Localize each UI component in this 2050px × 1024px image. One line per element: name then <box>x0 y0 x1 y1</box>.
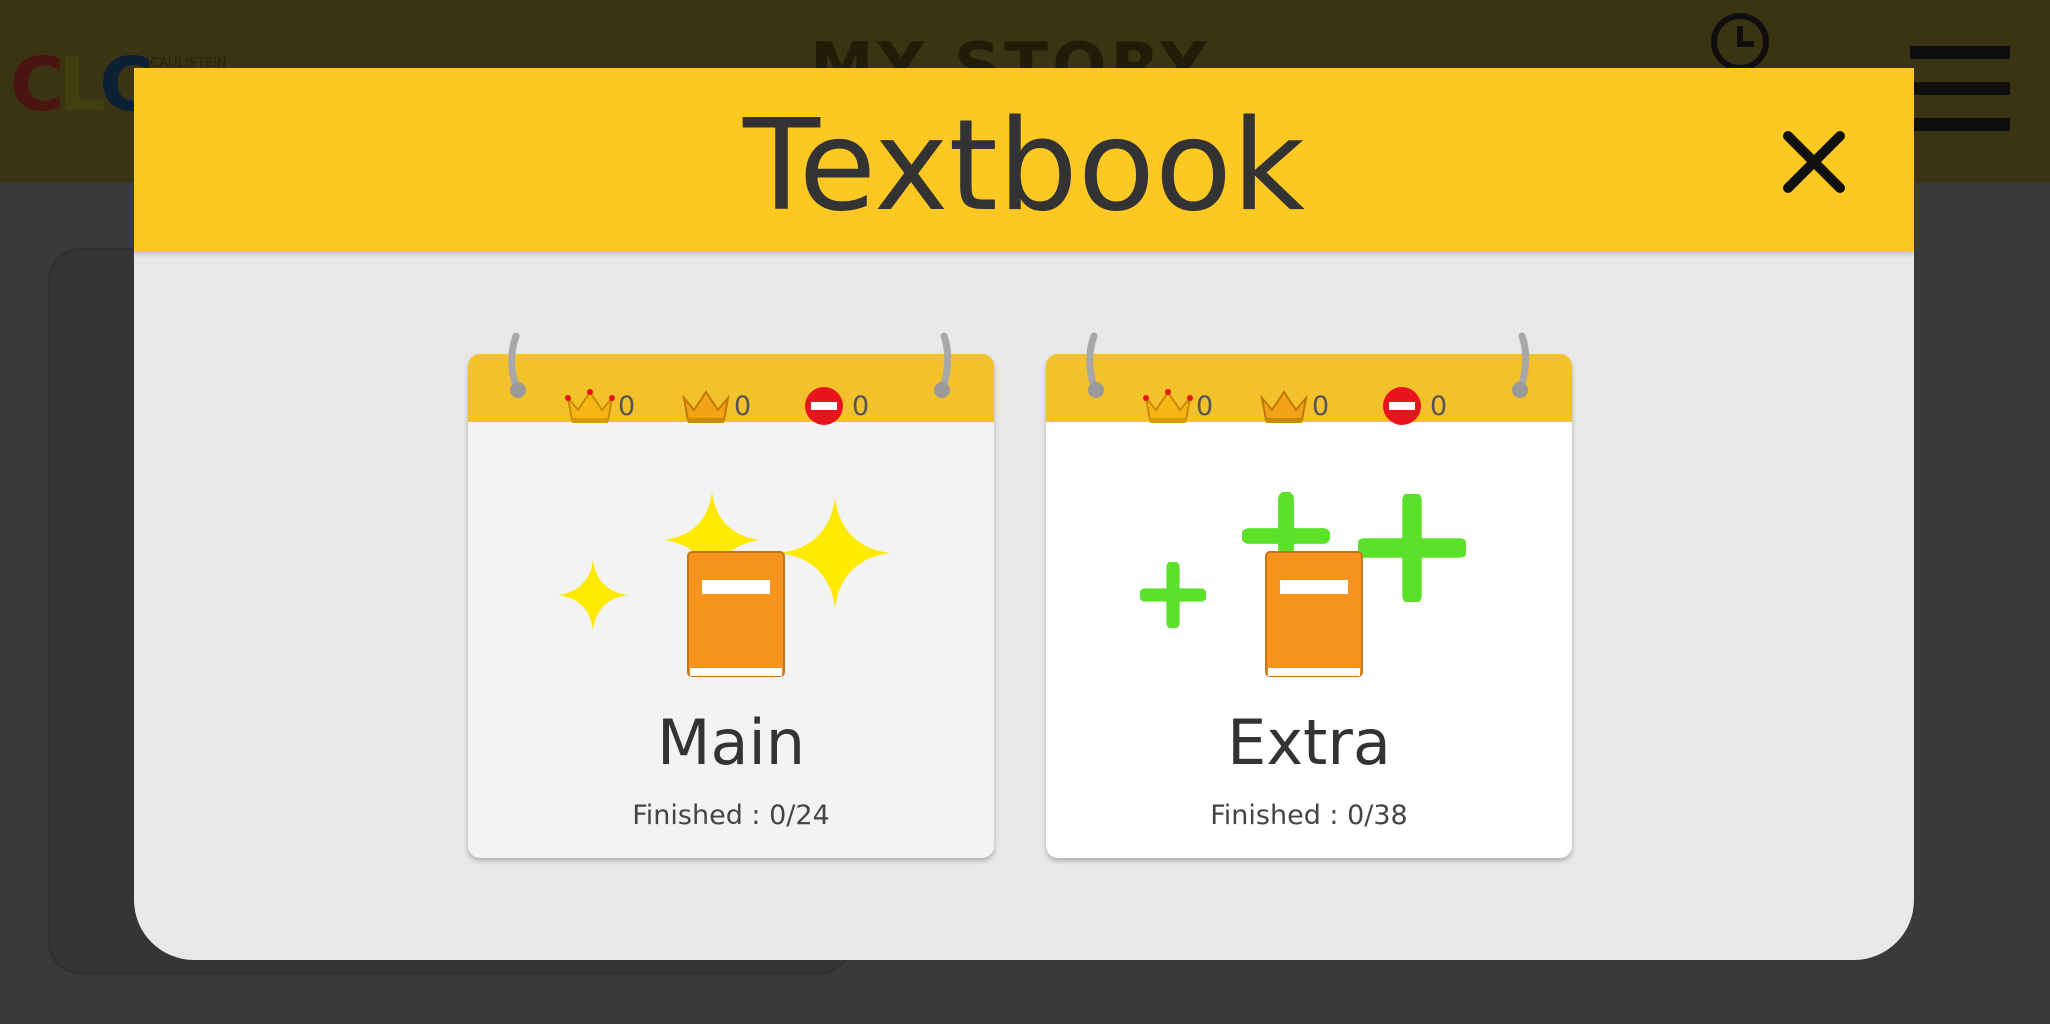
sparkle-icon <box>780 498 890 608</box>
blocked-count: 0 <box>1430 390 1448 422</box>
silver-crown-count: 0 <box>734 390 752 422</box>
binder-ring-icon <box>508 332 526 398</box>
binder-ring-icon <box>934 332 952 398</box>
textbook-card-extra[interactable]: 0 0 0 Extra Finished: 0/38 <box>1046 332 1572 858</box>
clock-icon[interactable] <box>1710 12 1770 72</box>
blocked-count: 0 <box>852 390 870 422</box>
blocked-stat: 0 <box>798 386 869 426</box>
book-icon <box>1265 551 1363 677</box>
gold-crown-count: 0 <box>1196 390 1214 422</box>
blocked-stat: 0 <box>1376 386 1447 426</box>
silver-crown-stat: 0 <box>1258 386 1329 426</box>
silver-crown-stat: 0 <box>680 386 751 426</box>
sparkle-icon <box>558 560 628 630</box>
card-title: Main <box>656 706 805 779</box>
plus-icon <box>1358 494 1466 602</box>
modal-header: Textbook <box>134 68 1914 252</box>
binder-ring-icon <box>1086 332 1104 398</box>
no-entry-icon <box>1383 387 1421 425</box>
textbook-card-main[interactable]: 0 0 0 Main Finished: 0/24 <box>468 332 994 858</box>
gold-crown-count: 0 <box>618 390 636 422</box>
binder-ring-icon <box>1512 332 1530 398</box>
hamburger-menu-icon[interactable] <box>1910 46 2010 132</box>
card-progress: Finished : 0/38 <box>1210 800 1408 831</box>
app-logo: CLC <box>10 42 154 128</box>
no-entry-icon <box>805 387 843 425</box>
silver-crown-count: 0 <box>1312 390 1330 422</box>
crown-icon <box>682 390 730 423</box>
card-title: Extra <box>1227 706 1391 779</box>
textbook-modal: Textbook 0 0 0 Main Finished: 0/24 0 0 … <box>134 68 1914 960</box>
gold-crown-stat: 0 <box>1142 386 1213 426</box>
book-icon <box>687 551 785 677</box>
gold-crown-stat: 0 <box>564 386 635 426</box>
plus-icon <box>1140 562 1206 628</box>
crown-icon <box>1143 389 1193 423</box>
modal-title: Textbook <box>743 92 1305 239</box>
crown-icon <box>1260 390 1308 423</box>
card-progress: Finished : 0/24 <box>632 800 830 831</box>
crown-icon <box>565 389 615 423</box>
close-icon[interactable] <box>1774 122 1854 202</box>
